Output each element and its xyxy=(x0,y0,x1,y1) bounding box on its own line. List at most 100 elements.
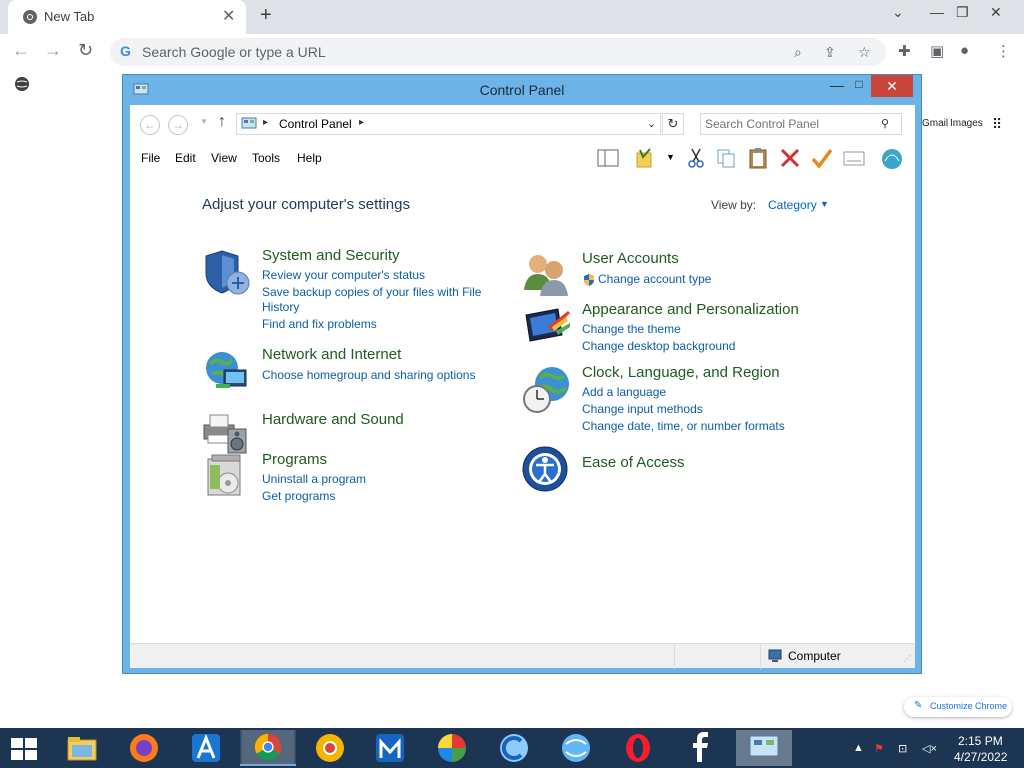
tray-expand-icon[interactable]: ▲ xyxy=(853,742,864,754)
address-dropdown-icon[interactable]: ⌄ xyxy=(647,117,656,130)
breadcrumb-chevron-icon[interactable]: ▸ xyxy=(359,117,364,128)
tab-new-tab[interactable]: New Tab ✕ xyxy=(8,0,246,34)
facebook-icon[interactable] xyxy=(676,730,724,766)
zoom-icon[interactable]: ⌕ xyxy=(794,44,802,61)
change-input-methods-link[interactable]: Change input methods xyxy=(582,402,703,416)
uninstall-program-link[interactable]: Uninstall a program xyxy=(262,472,366,486)
browser-restore-icon[interactable]: ❐ xyxy=(956,4,969,21)
menu-file[interactable]: File xyxy=(141,151,160,165)
menu-help[interactable]: Help xyxy=(297,151,322,165)
back-icon[interactable]: ← xyxy=(12,40,30,61)
chrome-alt-icon[interactable] xyxy=(306,730,354,766)
hardware-sound-title[interactable]: Hardware and Sound xyxy=(262,411,404,428)
backup-files-link[interactable]: Save backup copies of your files with Fi… xyxy=(262,285,481,299)
share-icon[interactable]: ⇪ xyxy=(824,44,836,61)
users-icon xyxy=(524,255,568,296)
clock-date[interactable]: 4/27/2022 xyxy=(954,750,1007,764)
menu-dots-icon[interactable]: ⋮ xyxy=(996,42,1011,60)
change-theme-link[interactable]: Change the theme xyxy=(582,322,681,336)
menu-edit[interactable]: Edit xyxy=(175,151,196,165)
add-language-link[interactable]: Add a language xyxy=(582,385,666,399)
breadcrumb[interactable]: Control Panel xyxy=(279,117,352,131)
action-center-icon[interactable]: ⚑ xyxy=(874,742,884,755)
control-panel-taskbar-icon[interactable] xyxy=(736,730,792,766)
apps-grid-icon[interactable]: ⠿ xyxy=(992,116,1002,133)
copy-icon[interactable] xyxy=(714,147,738,169)
recent-locations-icon[interactable]: ▼ xyxy=(200,117,208,126)
preview-pane-icon[interactable] xyxy=(596,147,620,169)
menu-view[interactable]: View xyxy=(211,151,237,165)
get-programs-link[interactable]: Get programs xyxy=(262,489,335,503)
properties-icon[interactable] xyxy=(842,147,866,169)
up-arrow-icon[interactable]: ↑ xyxy=(218,113,226,131)
change-account-type-link[interactable]: Change account type xyxy=(598,272,711,286)
review-status-link[interactable]: Review your computer's status xyxy=(262,268,425,282)
appearance-title[interactable]: Appearance and Personalization xyxy=(582,301,799,318)
maxthon-icon[interactable] xyxy=(366,730,414,766)
system-security-title[interactable]: System and Security xyxy=(262,247,400,264)
tab-close-icon[interactable]: ✕ xyxy=(222,6,235,26)
ccleaner-icon[interactable] xyxy=(490,730,538,766)
reload-icon[interactable]: ↻ xyxy=(78,40,93,61)
bookmark-star-icon[interactable]: ☆ xyxy=(858,44,871,61)
forward-arrow-icon[interactable]: → xyxy=(168,115,188,135)
network-tray-icon[interactable]: ⊡ xyxy=(898,742,907,755)
firefox-icon[interactable] xyxy=(120,730,168,766)
globe-browser-icon[interactable] xyxy=(552,730,600,766)
back-arrow-icon[interactable]: ← xyxy=(140,115,160,135)
window-titlebar[interactable]: Control Panel — □ ✕ xyxy=(123,75,921,105)
menu-tools[interactable]: Tools xyxy=(252,151,280,165)
volume-icon[interactable]: ◁× xyxy=(922,742,937,755)
ease-of-access-title[interactable]: Ease of Access xyxy=(582,454,685,471)
profile-icon[interactable]: ● xyxy=(960,42,969,59)
chrome-taskbar-icon[interactable] xyxy=(240,730,296,766)
customize-chrome-button[interactable]: ✎ Customize Chrome xyxy=(904,697,1012,717)
homegroup-link[interactable]: Choose homegroup and sharing options xyxy=(262,368,475,382)
checkmark-icon[interactable] xyxy=(810,147,834,169)
view-by-dropdown[interactable]: Category xyxy=(768,198,817,212)
view-by-arrow-icon[interactable]: ▼ xyxy=(820,199,829,209)
new-tab-button[interactable]: + xyxy=(260,4,272,27)
address-bar[interactable]: ▸ Control Panel ▸ ⌄ xyxy=(236,113,661,135)
refresh-icon[interactable]: ↻ xyxy=(662,113,684,135)
file-explorer-icon[interactable] xyxy=(58,730,106,766)
delete-icon[interactable] xyxy=(778,147,802,169)
color-browser-icon[interactable] xyxy=(428,730,476,766)
tab-search-icon[interactable]: ⌄ xyxy=(892,4,904,21)
breadcrumb-separator-icon[interactable]: ▸ xyxy=(263,117,268,128)
user-accounts-title[interactable]: User Accounts xyxy=(582,250,679,267)
menu-bar: File Edit View Tools Help ▼ xyxy=(130,143,915,173)
programs-title[interactable]: Programs xyxy=(262,451,327,468)
forward-icon[interactable]: → xyxy=(44,40,62,61)
side-panel-icon[interactable]: ▣ xyxy=(930,42,944,60)
search-box[interactable]: ⚲ xyxy=(700,113,902,135)
resize-grip-icon[interactable]: ⋰ xyxy=(903,654,911,663)
shell-icon[interactable] xyxy=(880,147,904,169)
change-date-formats-link[interactable]: Change date, time, or number formats xyxy=(582,419,785,433)
cut-icon[interactable] xyxy=(684,147,708,169)
window-close-button[interactable]: ✕ xyxy=(871,75,913,97)
paste-icon[interactable] xyxy=(746,147,770,169)
window-maximize-button[interactable]: □ xyxy=(845,77,873,97)
find-fix-problems-link[interactable]: Find and fix problems xyxy=(262,317,377,331)
search-input[interactable] xyxy=(705,116,875,132)
clock-time[interactable]: 2:15 PM xyxy=(958,734,1003,748)
globe-icon[interactable] xyxy=(14,76,30,92)
window-title: Control Panel xyxy=(479,82,565,98)
clock-language-title[interactable]: Clock, Language, and Region xyxy=(582,364,780,381)
opera-icon[interactable] xyxy=(614,730,662,766)
browser-minimize-icon[interactable]: — xyxy=(930,4,944,20)
images-link[interactable]: Images xyxy=(950,118,983,129)
backup-files-link-cont[interactable]: History xyxy=(262,300,299,314)
windows-start-icon[interactable] xyxy=(10,737,38,761)
app-a-icon[interactable] xyxy=(182,730,230,766)
gmail-link[interactable]: Gmail xyxy=(922,118,948,129)
network-internet-title[interactable]: Network and Internet xyxy=(262,346,401,363)
change-background-link[interactable]: Change desktop background xyxy=(582,339,735,353)
folder-options-icon[interactable] xyxy=(634,147,658,169)
search-icon[interactable]: ⚲ xyxy=(881,117,889,130)
dropdown-arrow-icon[interactable]: ▼ xyxy=(666,152,675,162)
omnibox[interactable]: G Search Google or type a URL ⌕ ⇪ ☆ xyxy=(110,38,886,66)
browser-close-icon[interactable]: ✕ xyxy=(990,4,1002,21)
extensions-icon[interactable]: ✚ xyxy=(898,42,911,60)
